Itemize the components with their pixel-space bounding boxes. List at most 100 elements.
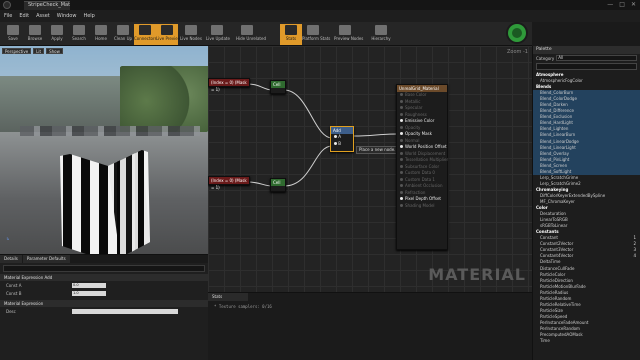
palette-item-label: ParticleColor [540,271,566,277]
desc-field[interactable] [72,308,178,314]
menu-help[interactable]: Help [83,13,94,19]
result-pin-label: World Displacement [405,150,446,156]
menu-edit[interactable]: Edit [19,13,29,19]
toolbar-live-nodes-button[interactable]: Live Nodes [180,24,202,45]
toolbar-button-label: Home [95,36,107,41]
palette-item-label: Constant4Vector [540,253,574,259]
const-a-field[interactable]: 0.0 [72,282,106,288]
const-b-field[interactable]: 1.0 [72,290,106,296]
add-pin-a-icon [334,135,337,138]
viewport-toolbar: Perspective Lit Show [0,46,208,56]
toolbar-button-label: Live Update [206,36,230,41]
toolbar-hierarchy-button[interactable]: Hierarchy [370,24,392,45]
material-result-node[interactable]: UnrealGrid_Material Base Color Metallic Sp… [396,84,448,250]
result-pin-ambient-occlusion[interactable]: Ambient Occlusion [397,183,447,190]
add-node[interactable]: Add A B [330,126,354,152]
result-pin-icon [400,138,403,142]
toolbar-connectors-icon [139,25,151,35]
texcoord-node-2-title: (Index = 0) (Mask = 1) [209,177,249,190]
title-bar: StripeCheck_Mat — □ ✕ [0,0,640,10]
toolbar-apply-icon [51,25,63,35]
viewport-show-button[interactable]: Show [46,48,63,54]
toolbar-button-label: Preview Nodes [334,36,364,41]
toolbar-home-icon [95,25,107,35]
toolbar-stats-icon [285,25,297,35]
result-pin-tessellation-multiplier[interactable]: Tessellation Multiplier [397,157,448,164]
menu-bar: File Edit Asset Window Help [0,10,640,22]
result-pin-icon [400,184,403,187]
menu-file[interactable]: File [4,13,12,19]
palette-item-label: sRGBToLinear [540,223,568,229]
result-pin-icon [400,106,403,109]
menu-asset[interactable]: Asset [36,13,50,19]
palette-item-label: Constant3Vector [540,247,574,253]
stats-tab[interactable]: Stats [208,293,248,301]
viewport-perspective-button[interactable]: Perspective [2,48,32,54]
material-graph[interactable]: Zoom -1 (Index = 0) (Mask = 1) Cell (Ind… [208,46,532,292]
minimize-icon[interactable]: — [607,1,613,8]
toolbar-home-button[interactable]: Home [90,24,112,45]
desc-row: Desc [0,307,208,315]
close-icon[interactable]: ✕ [631,1,636,8]
toolbar-connectors-button[interactable]: Connectors [134,24,157,45]
result-pin-shading-model[interactable]: Shading Model [397,203,447,210]
const-a-row: Const A 0.0 [0,281,208,289]
preview-viewport[interactable]: ↳ [0,46,208,254]
material-result-title: UnrealGrid_Material [397,85,447,92]
material-result-pins: Base Color Metallic Specular Roughness Emiss… [397,92,448,210]
texcoord-node-1[interactable]: (Index = 0) (Mask = 1) [208,78,250,92]
toolbar-platform-stats-button[interactable]: Platform Stats [302,24,330,45]
details-section-expression-add[interactable]: Material Expression Add [0,274,208,281]
palette-item-label: AtmosphericFogColor [540,78,583,84]
palette-item-label: Lerp_ScratchGrime2 [540,180,581,186]
palette-item-label: Blend_ColorDodge [540,96,577,102]
result-pin-label: Custom Data 1 [405,176,435,182]
toolbar-save-button[interactable]: Save [2,24,24,45]
toolbar-live-nodes-icon [185,25,197,35]
toolbar-live-update-button[interactable]: Live Update [206,24,230,45]
toolbar-preview-nodes-button[interactable]: Preview Nodes [334,24,364,45]
tab-parameter-defaults[interactable]: Parameter Defaults [22,255,70,263]
texcoord-node-2[interactable]: (Index = 0) (Mask = 1) [208,176,250,190]
cell-node-1[interactable]: Cell [270,80,286,94]
palette-category-select[interactable]: All [556,55,637,61]
details-section-expression[interactable]: Material Expression [0,300,208,307]
result-pin-label: World Position Offset [405,144,447,149]
palette-item-label: DeltaTime [540,259,561,265]
toolbar-browse-button[interactable]: Browse [24,24,46,45]
maximize-icon[interactable]: □ [619,1,625,8]
result-pin-pixel-depth-offset[interactable]: Pixel Depth Offset [397,196,447,203]
menu-window[interactable]: Window [57,13,77,19]
result-pin-world-position-offset[interactable]: World Position Offset [397,144,447,151]
viewport-lit-button[interactable]: Lit [33,48,45,54]
palette-item-label: Blends [536,84,552,90]
toolbar-live-preview-button[interactable]: Live Preview [156,24,181,45]
result-pin-icon [400,93,403,96]
palette-item-label: Blend_Lighten [540,126,569,132]
palette-item-label: ParticleSpeed [540,313,568,319]
tab-details[interactable]: Details [0,255,22,263]
cell-node-2[interactable]: Cell [270,178,286,192]
toolbar-clean-up-button[interactable]: Clean Up [112,24,134,45]
toolbar-hide-unrelated-button[interactable]: Hide Unrelated [236,24,266,45]
toolbar-button-label: Connectors [134,36,157,41]
palette-item-label: Blend_LinearBurn [540,132,576,138]
details-search-input[interactable] [3,265,205,272]
const-b-label: Const B [6,290,22,296]
palette-item-label: ParticleRadius [540,289,569,295]
toolbar-search-button[interactable]: Search [68,24,90,45]
palette-item-label: PerInstanceRandom [540,325,580,331]
graph-wires [247,83,399,187]
add-pin-b[interactable]: B [331,141,353,148]
toolbar-apply-button[interactable]: Apply [46,24,68,45]
palette-item-label: ParticleRandom [540,295,572,301]
palette-item-label: Lerp_ScratchGrime [540,174,579,180]
toolbar-button-label: Stats [285,36,297,41]
palette-item[interactable]: Time [533,338,640,344]
result-pin-icon [400,171,403,174]
palette-category-label: Category [536,55,555,61]
toolbar-stats-button[interactable]: Stats [280,24,302,45]
palette-search-input[interactable] [536,63,637,70]
toolbar-platform-stats-icon [307,25,319,35]
toolbar-button-label: Search [72,36,86,41]
